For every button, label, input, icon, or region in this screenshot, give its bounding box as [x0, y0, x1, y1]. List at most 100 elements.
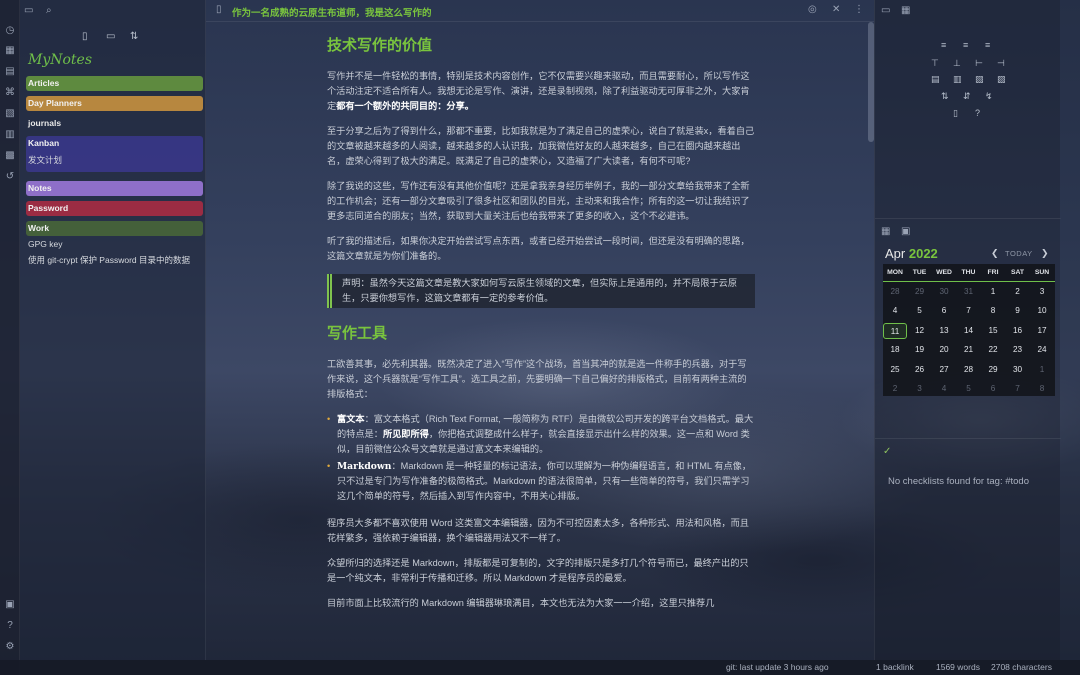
move-column-icon[interactable]: ▨: [997, 74, 1006, 85]
command-palette-icon[interactable]: ▧: [4, 108, 16, 120]
calendar-day[interactable]: 24: [1030, 342, 1054, 358]
folder-notes[interactable]: Notes: [26, 181, 203, 196]
calendar-day[interactable]: 1: [1030, 362, 1054, 378]
calendar-day[interactable]: 7: [1006, 381, 1030, 397]
calendar-day[interactable]: 30: [1006, 362, 1030, 378]
folder-kanban[interactable]: Kanban: [26, 136, 203, 151]
insert-column-left-icon[interactable]: ⊢: [975, 58, 983, 69]
export-csv-icon[interactable]: ▯: [953, 108, 958, 119]
calendar-day[interactable]: 9: [1006, 303, 1030, 319]
calendar-day[interactable]: 28: [883, 284, 907, 300]
calendar-day[interactable]: 22: [981, 342, 1005, 358]
sort-icon[interactable]: ⇅: [130, 31, 138, 42]
templates-icon[interactable]: ▤: [4, 66, 16, 78]
calendar-day[interactable]: 11: [883, 322, 907, 339]
close-icon[interactable]: ✕: [832, 4, 840, 15]
calendar-day[interactable]: 25: [883, 362, 907, 378]
calendar-day[interactable]: 14: [957, 323, 981, 339]
note-title[interactable]: 作为一名成熟的云原生布道师，我是这么写作的: [232, 5, 432, 19]
calendar-day[interactable]: 26: [908, 362, 932, 378]
folder-day-planners[interactable]: Day Planners: [26, 96, 203, 111]
insert-row-below-icon[interactable]: ⊥: [953, 58, 961, 69]
calendar-day[interactable]: 12: [908, 323, 932, 339]
calendar-day[interactable]: 2: [883, 381, 907, 397]
help-icon[interactable]: ?: [4, 620, 16, 632]
calendar-day[interactable]: 7: [957, 303, 981, 319]
calendar-day[interactable]: 29: [908, 284, 932, 300]
calendar-day[interactable]: 6: [932, 303, 956, 319]
calendar-day[interactable]: 15: [981, 323, 1005, 339]
calendar-day[interactable]: 8: [1030, 381, 1054, 397]
calendar-day[interactable]: 5: [908, 303, 932, 319]
more-options-icon[interactable]: ⋮: [854, 4, 864, 15]
calendar-day[interactable]: 5: [957, 381, 981, 397]
calendar-day[interactable]: 30: [932, 284, 956, 300]
file-kanban-plan[interactable]: 发文计划: [28, 154, 62, 166]
calendar-day[interactable]: 10: [1030, 303, 1054, 319]
calendar-day[interactable]: 8: [981, 303, 1005, 319]
history-icon[interactable]: ↺: [4, 171, 16, 183]
help-circle-icon[interactable]: ?: [975, 108, 980, 118]
align-center-icon[interactable]: ≡: [963, 40, 968, 50]
vault-switch-icon[interactable]: ▣: [4, 599, 16, 611]
prev-month-icon[interactable]: ❮: [991, 248, 999, 259]
delete-column-icon[interactable]: ▥: [953, 74, 962, 85]
graph-view-icon[interactable]: ⌘: [4, 87, 16, 99]
calendar-icon[interactable]: ▦: [4, 45, 16, 57]
calendar-day[interactable]: 18: [883, 342, 907, 358]
calendar-day[interactable]: 19: [908, 342, 932, 358]
reading-view-icon[interactable]: ◎: [808, 4, 817, 15]
calendar-day[interactable]: 16: [1006, 323, 1030, 339]
folder-articles[interactable]: Articles: [26, 76, 203, 91]
outline-tab-icon[interactable]: ▣: [901, 226, 910, 237]
insert-column-right-icon[interactable]: ⊣: [997, 58, 1005, 69]
insert-row-above-icon[interactable]: ⊤: [931, 58, 939, 69]
delete-row-icon[interactable]: ▤: [931, 74, 940, 85]
daily-note-icon[interactable]: ◷: [4, 25, 16, 37]
calendar-day[interactable]: 21: [957, 342, 981, 358]
calendar-day[interactable]: 31: [957, 284, 981, 300]
bullet-icon: •: [327, 461, 331, 471]
calendar-day[interactable]: 3: [1030, 284, 1054, 300]
settings-gear-icon[interactable]: ⚙: [4, 641, 16, 653]
folder-icon[interactable]: ▭: [24, 5, 33, 16]
calendar-day[interactable]: 4: [883, 303, 907, 319]
backlink-count[interactable]: 1 backlink: [876, 660, 914, 675]
calendar-day[interactable]: 4: [932, 381, 956, 397]
new-folder-icon[interactable]: ▭: [106, 31, 115, 42]
calendar-day[interactable]: 23: [1006, 342, 1030, 358]
table-editor-icon[interactable]: ▦: [901, 5, 910, 16]
today-button[interactable]: TODAY: [1005, 249, 1033, 258]
calendar-day[interactable]: 28: [957, 362, 981, 378]
checklist-icon[interactable]: ✓: [883, 446, 891, 457]
file-gpg-key[interactable]: GPG key: [28, 238, 62, 250]
git-status[interactable]: git: last update 3 hours ago: [726, 660, 829, 675]
calendar-day[interactable]: 13: [932, 323, 956, 339]
calendar-day[interactable]: 1: [981, 284, 1005, 300]
transpose-icon[interactable]: ↯: [985, 91, 993, 102]
calendar-day[interactable]: 27: [932, 362, 956, 378]
new-note-icon[interactable]: ▯: [82, 31, 88, 42]
search-icon[interactable]: ⌕: [46, 5, 52, 16]
sidebar-toggle-icon[interactable]: ▭: [881, 5, 890, 16]
editor-pane[interactable]: 技术写作的价值 写作并不是一件轻松的事情，特别是技术内容创作，它不仅需要兴趣来驱…: [206, 22, 874, 660]
next-month-icon[interactable]: ❯: [1041, 248, 1049, 259]
calendar-day[interactable]: 3: [908, 381, 932, 397]
align-left-icon[interactable]: ≡: [941, 40, 946, 50]
folder-journals[interactable]: journals: [26, 116, 203, 131]
calendar-day[interactable]: 29: [981, 362, 1005, 378]
file-git-crypt[interactable]: 使用 git-crypt 保护 Password 目录中的数据: [28, 254, 190, 266]
move-row-icon[interactable]: ▧: [975, 74, 984, 85]
calendar-day[interactable]: 6: [981, 381, 1005, 397]
align-right-icon[interactable]: ≡: [985, 40, 990, 50]
calendar-day[interactable]: 20: [932, 342, 956, 358]
calendar-day[interactable]: 2: [1006, 284, 1030, 300]
calendar-day[interactable]: 17: [1030, 323, 1054, 339]
sort-asc-icon[interactable]: ⇅: [941, 91, 949, 102]
slides-icon[interactable]: ▩: [4, 150, 16, 162]
sort-desc-icon[interactable]: ⇵: [963, 91, 971, 102]
kanban-icon[interactable]: ▥: [4, 129, 16, 141]
folder-work[interactable]: Work: [26, 221, 203, 236]
folder-password[interactable]: Password: [26, 201, 203, 216]
calendar-tab-icon[interactable]: ▦: [881, 226, 890, 237]
